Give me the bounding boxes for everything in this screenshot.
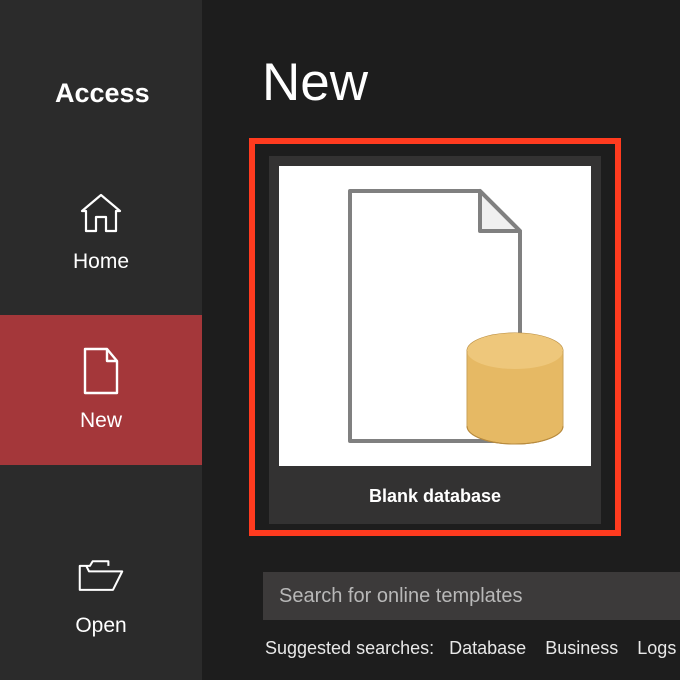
sidebar-item-label: New bbox=[80, 409, 122, 433]
search-box bbox=[263, 572, 680, 620]
blank-database-icon bbox=[305, 176, 565, 456]
sidebar-item-home[interactable]: Home bbox=[0, 156, 202, 306]
new-document-icon bbox=[77, 347, 125, 395]
sidebar-item-label: Home bbox=[73, 250, 129, 274]
suggested-link-database[interactable]: Database bbox=[449, 638, 526, 658]
sidebar-item-label: Open bbox=[75, 614, 126, 638]
template-preview bbox=[279, 166, 591, 466]
suggested-link-logs[interactable]: Logs bbox=[637, 638, 676, 658]
sidebar-item-new[interactable]: New bbox=[0, 315, 202, 465]
app-title: Access bbox=[55, 78, 150, 109]
sidebar-item-open[interactable]: Open bbox=[0, 520, 202, 670]
template-tile-label: Blank database bbox=[369, 486, 501, 507]
highlight-frame: Blank database bbox=[249, 138, 621, 536]
search-input[interactable] bbox=[263, 572, 680, 620]
suggested-link-business[interactable]: Business bbox=[545, 638, 618, 658]
template-tile-blank-database[interactable]: Blank database bbox=[269, 156, 601, 524]
folder-open-icon bbox=[77, 552, 125, 600]
suggested-searches-label: Suggested searches: bbox=[265, 638, 434, 658]
suggested-searches: Suggested searches: Database Business Lo… bbox=[265, 638, 680, 659]
home-icon bbox=[77, 188, 125, 236]
main-area: New Blank database bbox=[202, 0, 680, 680]
sidebar: Access Home New Open bbox=[0, 0, 202, 680]
page-title: New bbox=[262, 52, 368, 113]
